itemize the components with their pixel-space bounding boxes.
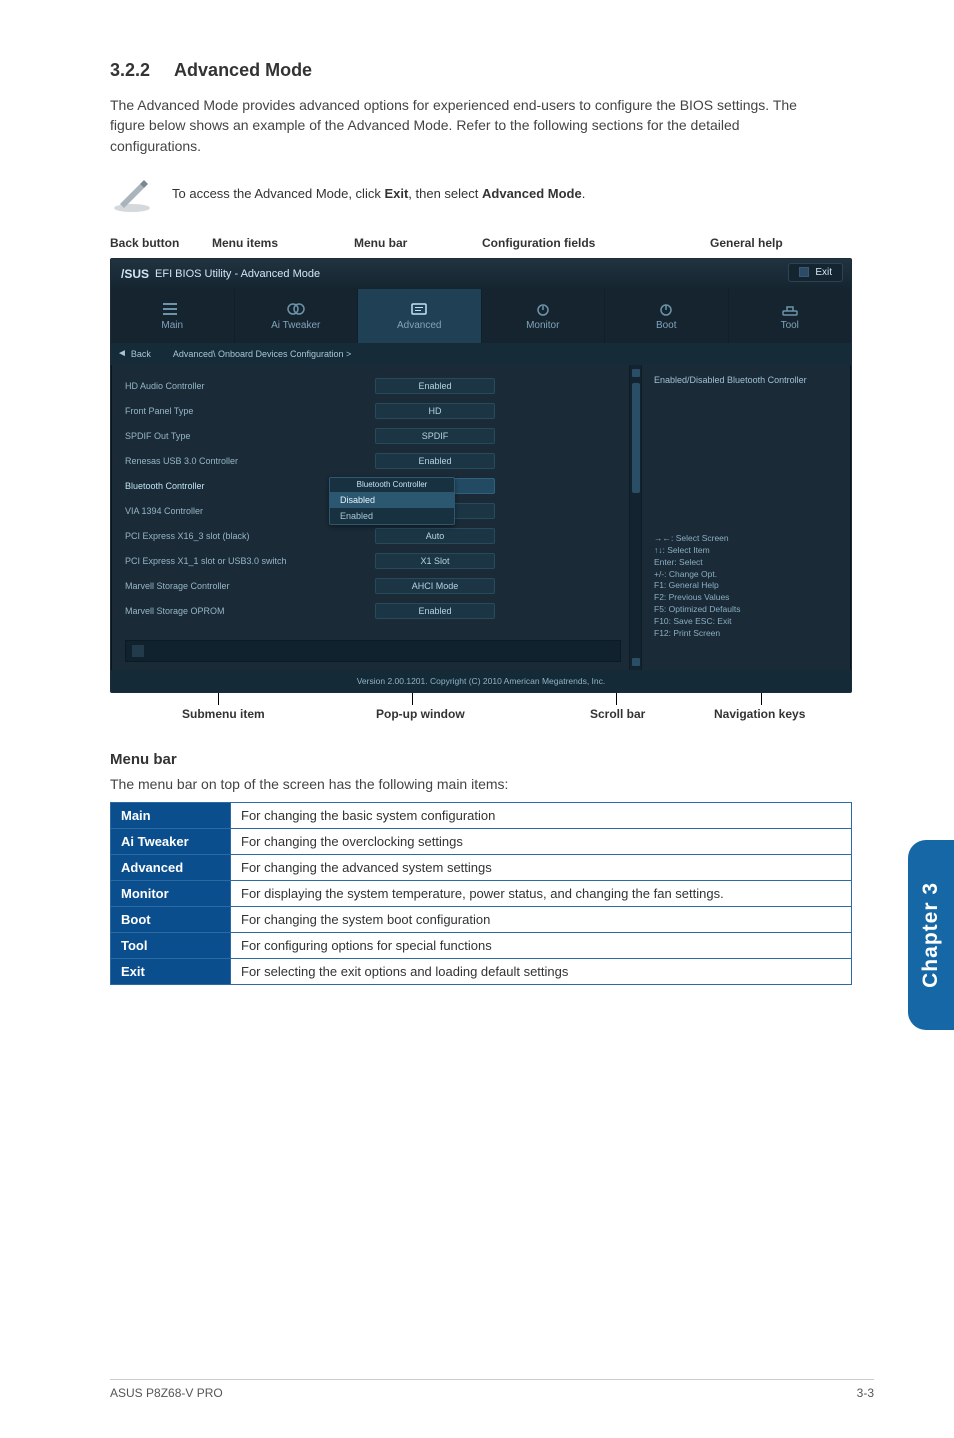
footer-right: 3-3 [857, 1386, 874, 1400]
intro-text: The Advanced Mode provides advanced opti… [110, 95, 810, 156]
popup-window: Bluetooth Controller Disabled Enabled [329, 477, 455, 525]
tab-advanced[interactable]: Advanced [357, 289, 481, 343]
value-pill[interactable]: Auto [375, 528, 495, 544]
row-renesas[interactable]: Renesas USB 3.0 ControllerEnabled [125, 450, 621, 472]
menubar-table: MainFor changing the basic system config… [110, 802, 852, 985]
label-back-button: Back button [110, 236, 179, 250]
chapter-tab: Chapter 3 [908, 840, 954, 1030]
menubar-intro: The menu bar on top of the screen has th… [110, 776, 874, 792]
row-spdif[interactable]: SPDIF Out TypeSPDIF [125, 425, 621, 447]
value-pill[interactable]: Enabled [375, 453, 495, 469]
exit-button[interactable]: Exit [788, 263, 843, 282]
label-navkeys: Navigation keys [714, 707, 805, 721]
row-pcie-x16[interactable]: PCI Express X16_3 slot (black)Auto [125, 525, 621, 547]
bios-title: EFI BIOS Utility - Advanced Mode [155, 268, 320, 280]
row-front-panel[interactable]: Front Panel TypeHD [125, 400, 621, 422]
help-text: Enabled/Disabled Bluetooth Controller [654, 375, 843, 385]
value-pill[interactable]: AHCI Mode [375, 578, 495, 594]
navigation-keys: →←: Select Screen ↑↓: Select Item Enter:… [654, 533, 740, 640]
label-popup: Pop-up window [376, 707, 465, 721]
note-icon [110, 174, 154, 214]
breadcrumb-path: Advanced\ Onboard Devices Configuration … [173, 349, 351, 359]
menubar-heading: Menu bar [110, 751, 874, 768]
value-pill[interactable]: HD [375, 403, 495, 419]
label-scrollbar: Scroll bar [590, 707, 645, 721]
tab-monitor[interactable]: Monitor [481, 289, 605, 343]
brand-logo: /SUS [121, 267, 149, 281]
popup-item-disabled[interactable]: Disabled [330, 492, 454, 508]
table-row: BootFor changing the system boot configu… [111, 906, 852, 932]
label-menu-bar: Menu bar [354, 236, 407, 250]
version-bar: Version 2.00.1201. Copyright (C) 2010 Am… [111, 670, 851, 692]
table-row: ToolFor configuring options for special … [111, 932, 852, 958]
exit-icon [799, 267, 809, 277]
label-menu-items: Menu items [212, 236, 278, 250]
row-marvell-oprom[interactable]: Marvell Storage OPROMEnabled [125, 600, 621, 622]
note-text: To access the Advanced Mode, click Exit,… [172, 186, 585, 201]
settings-panel: HD Audio ControllerEnabled Front Panel T… [111, 365, 629, 670]
table-row: MainFor changing the basic system config… [111, 802, 852, 828]
tab-boot[interactable]: Boot [604, 289, 728, 343]
bios-window: /SUS EFI BIOS Utility - Advanced Mode Ex… [110, 258, 852, 693]
value-pill[interactable]: SPDIF [375, 428, 495, 444]
popup-item-enabled[interactable]: Enabled [330, 508, 454, 524]
table-row: ExitFor selecting the exit options and l… [111, 958, 852, 984]
scroll-up-icon[interactable] [632, 369, 640, 377]
section-number: 3.2.2 [110, 60, 150, 81]
table-row: MonitorFor displaying the system tempera… [111, 880, 852, 906]
row-marvell-storage[interactable]: Marvell Storage ControllerAHCI Mode [125, 575, 621, 597]
scroll-down-icon[interactable] [632, 658, 640, 666]
popup-title: Bluetooth Controller [330, 478, 454, 492]
row-hd-audio[interactable]: HD Audio ControllerEnabled [125, 375, 621, 397]
table-row: Ai TweakerFor changing the overclocking … [111, 828, 852, 854]
scrollbar[interactable] [629, 365, 641, 670]
back-button[interactable]: ◄Back [117, 348, 157, 359]
spacer-panel [125, 640, 621, 662]
tab-ai-tweaker[interactable]: Ai Tweaker [234, 289, 358, 343]
back-arrow-icon: ◄ [117, 348, 127, 359]
value-pill[interactable]: Enabled [375, 378, 495, 394]
row-pcie-x1[interactable]: PCI Express X1_1 slot or USB3.0 switchX1… [125, 550, 621, 572]
table-row: AdvancedFor changing the advanced system… [111, 854, 852, 880]
help-panel: Enabled/Disabled Bluetooth Controller →←… [641, 365, 851, 670]
tab-tool[interactable]: Tool [728, 289, 852, 343]
footer-left: ASUS P8Z68-V PRO [110, 1386, 223, 1400]
scroll-thumb[interactable] [632, 383, 640, 493]
label-general-help: General help [710, 236, 783, 250]
tab-bar: Main Ai Tweaker Advanced Monitor Boot To… [111, 289, 851, 343]
section-title: Advanced Mode [174, 60, 312, 81]
value-pill[interactable]: Enabled [375, 603, 495, 619]
tab-main[interactable]: Main [111, 289, 234, 343]
label-config-fields: Configuration fields [482, 236, 595, 250]
label-submenu: Submenu item [182, 707, 265, 721]
value-pill[interactable]: X1 Slot [375, 553, 495, 569]
